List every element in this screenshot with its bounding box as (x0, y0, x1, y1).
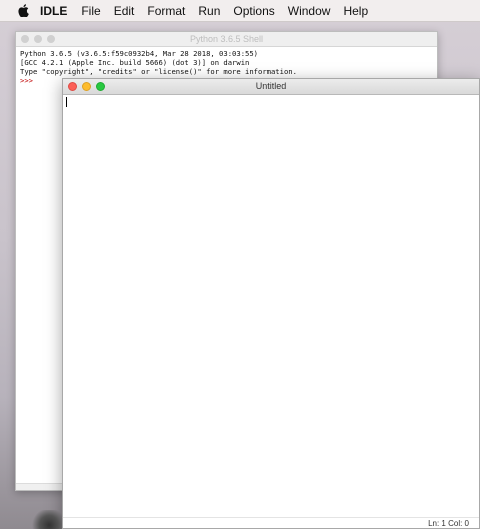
apple-icon[interactable] (16, 4, 30, 18)
zoom-icon[interactable] (96, 82, 105, 91)
menu-bar: IDLE File Edit Format Run Options Window… (0, 0, 480, 22)
shell-line: [GCC 4.2.1 (Apple Inc. build 5666) (dot … (20, 58, 250, 67)
app-menu-idle[interactable]: IDLE (40, 4, 67, 18)
desktop-background-element (30, 510, 62, 529)
editor-titlebar[interactable]: Untitled (63, 79, 479, 95)
editor-window[interactable]: Untitled Ln: 1 Col: 0 (62, 78, 480, 529)
close-icon[interactable] (21, 35, 29, 43)
menu-format[interactable]: Format (147, 4, 185, 18)
minimize-icon[interactable] (34, 35, 42, 43)
shell-line: Python 3.6.5 (v3.6.5:f59c0932b4, Mar 28 … (20, 49, 258, 58)
cursor-position: Ln: 1 Col: 0 (428, 519, 469, 528)
editor-text-area[interactable] (63, 95, 479, 518)
text-cursor (66, 97, 67, 107)
minimize-icon[interactable] (82, 82, 91, 91)
shell-window-title: Python 3.6.5 Shell (189, 34, 264, 44)
menu-help[interactable]: Help (343, 4, 368, 18)
menu-options[interactable]: Options (233, 4, 274, 18)
shell-window-controls (21, 35, 55, 43)
menu-file[interactable]: File (81, 4, 100, 18)
shell-titlebar[interactable]: Python 3.6.5 Shell (16, 32, 437, 47)
editor-window-controls (68, 82, 105, 91)
menu-edit[interactable]: Edit (114, 4, 135, 18)
editor-window-title: Untitled (255, 81, 287, 91)
close-icon[interactable] (68, 82, 77, 91)
menu-run[interactable]: Run (198, 4, 220, 18)
menu-window[interactable]: Window (288, 4, 331, 18)
editor-status-bar: Ln: 1 Col: 0 (63, 517, 479, 528)
zoom-icon[interactable] (47, 35, 55, 43)
shell-line: Type "copyright", "credits" or "license(… (20, 67, 297, 76)
